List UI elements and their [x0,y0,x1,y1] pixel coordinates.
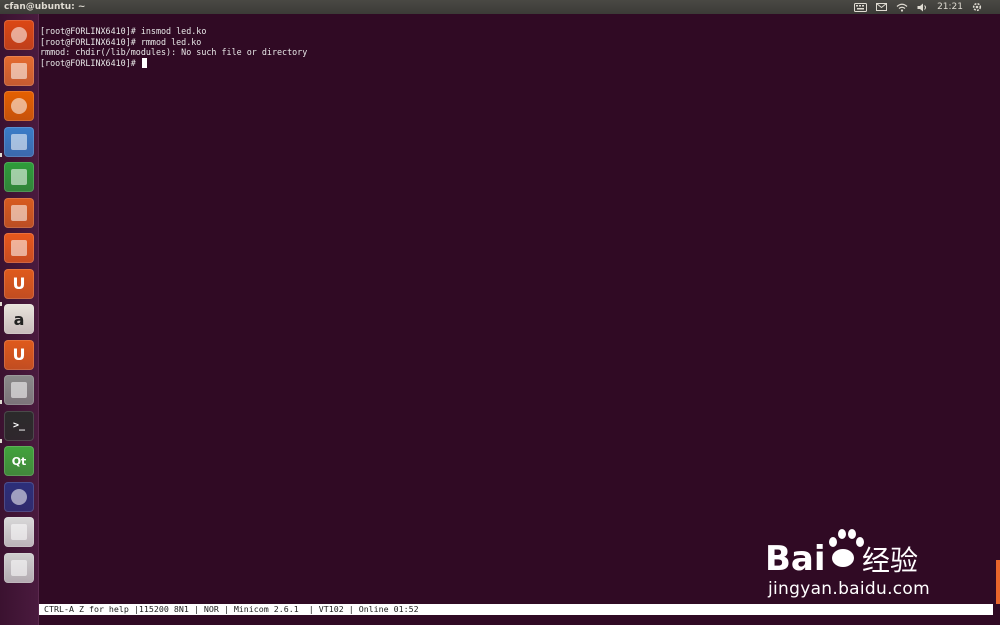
launcher-item-label: U [12,274,26,293]
unity-launcher: Ua U >_ Qt [0,14,39,625]
running-indicator [0,153,2,157]
clock[interactable]: 21:21 [937,0,963,14]
svg-text:Bai: Bai [765,539,826,578]
qt-creator-icon[interactable]: Qt [4,446,34,476]
terminal-prompt-line: [root@FORLINX6410]# [40,58,1000,69]
mail-icon[interactable] [876,3,888,11]
launcher-item-label: Qt [11,454,27,468]
text-cursor [141,58,147,69]
dash-home-glyph [11,27,27,43]
files-glyph [11,62,27,79]
running-indicator [0,302,2,306]
libreoffice-calc-glyph [11,169,27,185]
libreoffice-impress-icon[interactable] [4,197,34,228]
eclipse-glyph [11,488,27,505]
window-title: cfan@ubuntu: ~ [4,2,86,12]
eclipse-icon[interactable] [4,481,34,512]
edge-accent [996,560,1000,604]
launcher-item-label: a [13,309,25,329]
system-settings-glyph [11,382,27,398]
ubuntu-one-music-icon[interactable]: U [4,339,34,370]
top-panel: cfan@ubuntu: ~ 21:21 [0,0,1000,14]
software-center-glyph [11,240,27,256]
svg-text:经验: 经验 [862,544,918,577]
terminal-line: rmmod: chdir(/lib/modules): No such file… [40,47,308,58]
stacked-minimized-icon[interactable] [4,552,34,583]
dash-home-icon[interactable] [4,20,34,50]
libreoffice-writer-glyph [11,133,27,150]
watermark-url: jingyan.baidu.com [768,579,930,599]
baidu-jingyan-watermark: Bai 经验 jingyan.baidu.com [765,518,955,606]
text-editor-icon[interactable] [4,517,34,547]
libreoffice-impress-glyph [11,204,27,221]
power-gear-icon[interactable] [972,2,982,12]
system-settings-icon[interactable] [4,375,34,405]
launcher-item-label: U [12,345,26,364]
terminal-prompt: [root@FORLINX6410]# [40,58,141,69]
indicator-area: 21:21 [854,0,982,14]
volume-icon[interactable] [917,3,928,12]
terminal-line: [root@FORLINX6410]# rmmod led.ko [40,36,202,47]
ubuntu-one-icon[interactable]: U [4,268,34,299]
text-editor-glyph [11,524,27,540]
libreoffice-writer-icon[interactable] [4,126,34,157]
launcher-item-label: >_ [12,420,26,431]
terminal-view[interactable]: [root@FORLINX6410]# insmod led.ko [root@… [39,14,1000,604]
firefox-icon[interactable] [4,91,34,121]
software-center-icon[interactable] [4,233,34,263]
keyboard-icon[interactable] [854,2,868,12]
files-icon[interactable] [4,55,34,86]
amazon-icon[interactable]: a [4,304,34,334]
stacked-minimized-glyph [11,559,27,576]
terminal-line: [root@FORLINX6410]# insmod led.ko [40,26,207,36]
running-indicator [0,400,2,404]
libreoffice-calc-icon[interactable] [4,162,34,192]
terminal-icon[interactable]: >_ [4,410,34,441]
running-indicator [0,439,2,443]
baidu-logo-icon: Bai 经验 [765,529,918,579]
firefox-glyph [11,98,27,114]
wifi-icon[interactable] [896,3,908,12]
